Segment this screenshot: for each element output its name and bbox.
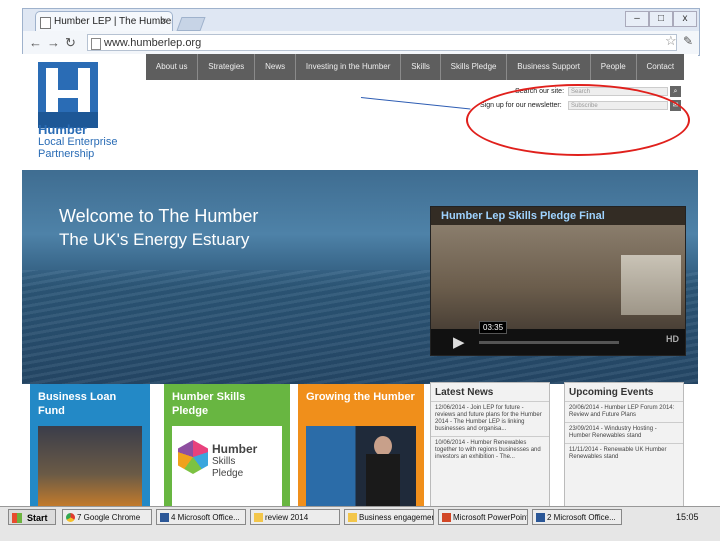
logo-name: Humber [38, 122, 88, 137]
event-item[interactable]: 11/11/2014 - Renewable UK Humber Renewab… [565, 443, 683, 464]
taskbar-button-label: 7 Google Chrome [77, 513, 141, 522]
video-duration: 03:35 [479, 321, 508, 334]
forward-arrow-icon[interactable]: → [47, 35, 60, 51]
card-humber-skills-pledge[interactable]: Humber Skills Pledge Humber Skills Pledg… [164, 384, 290, 506]
taskbar-button-label: Business engagement [359, 513, 434, 522]
taskbar-button-label: 2 Microsoft Office... [547, 513, 616, 522]
events-heading: Upcoming Events [569, 387, 654, 398]
pledge-logo-word-1: Humber [212, 442, 258, 456]
humber-logo-icon[interactable] [38, 62, 98, 128]
nav-item-skills[interactable]: Skills [401, 54, 441, 80]
nav-item-people[interactable]: People [591, 54, 637, 80]
taskbar-folder-business[interactable]: Business engagement [344, 509, 434, 525]
taskbar-chrome[interactable]: 7 Google Chrome [62, 509, 152, 525]
new-tab-button[interactable] [176, 17, 206, 31]
windows-taskbar: Start 7 Google Chrome 4 Microsoft Office… [0, 506, 720, 541]
close-tab-icon[interactable]: × [161, 12, 167, 31]
office-icon [160, 513, 169, 522]
taskbar-button-label: Microsoft PowerPoint... [453, 513, 528, 522]
nav-item-news[interactable]: News [255, 54, 297, 80]
skills-pledge-logo: Humber Skills Pledge [172, 426, 282, 506]
speaker-photo [306, 426, 416, 506]
pledge-logo-word-2: Skills [212, 456, 236, 467]
news-heading: Latest News [435, 387, 494, 398]
nav-item-strategies[interactable]: Strategies [198, 54, 256, 80]
close-window-button[interactable]: x [673, 11, 697, 27]
hero-title: Welcome to The Humber [59, 206, 259, 226]
wrench-menu-icon[interactable]: ✎ [683, 34, 693, 48]
bookmark-star-icon[interactable]: ☆ [665, 33, 677, 49]
logo-subtitle: Local Enterprise Partnership [38, 136, 118, 160]
nav-item-investing[interactable]: Investing in the Humber [296, 54, 402, 80]
taskbar-button-label: review 2014 [265, 513, 309, 522]
industrial-photo [38, 426, 142, 506]
taskbar-folder-review[interactable]: review 2014 [250, 509, 340, 525]
card-business-loan-fund[interactable]: Business Loan Fund [30, 384, 150, 506]
video-frame [431, 225, 685, 329]
browser-toolbar: ← → ↻ www.humberlep.org ☆ ✎ [23, 31, 699, 55]
latest-news-panel: Latest News 12/06/2014 - Join LEP for fu… [430, 382, 550, 506]
nav-item-skills-pledge[interactable]: Skills Pledge [441, 54, 508, 80]
powerpoint-icon [442, 513, 451, 522]
video-progress-bar[interactable] [479, 341, 619, 344]
video-controls: ▶ 03:35 HD [431, 321, 685, 355]
card-title: Business Loan Fund [38, 391, 117, 417]
hero-subtitle: The UK's Energy Estuary [59, 230, 250, 249]
address-bar[interactable]: www.humberlep.org [87, 34, 677, 51]
play-icon[interactable]: ▶ [453, 333, 465, 351]
nav-item-about[interactable]: About us [146, 54, 199, 80]
chrome-icon [66, 513, 75, 522]
page-icon [91, 38, 101, 50]
maximize-button[interactable]: □ [649, 11, 673, 27]
hero-banner: Welcome to The Humber The UK's Energy Es… [22, 170, 698, 384]
office-icon [536, 513, 545, 522]
windows-logo-icon [12, 513, 22, 523]
start-label: Start [27, 513, 48, 523]
browser-tab[interactable]: Humber LEP | The Humber × [35, 11, 173, 31]
hexagon-icon [178, 440, 208, 474]
taskbar-office-1[interactable]: 4 Microsoft Office... [156, 509, 246, 525]
taskbar-button-label: 4 Microsoft Office... [171, 513, 240, 522]
nav-item-contact[interactable]: Contact [637, 54, 684, 80]
search-icon[interactable]: ⌕ [670, 86, 681, 97]
reload-icon[interactable]: ↻ [65, 35, 76, 51]
system-clock[interactable]: 15:05 [676, 509, 699, 525]
nav-item-business-support[interactable]: Business Support [507, 54, 591, 80]
back-arrow-icon[interactable]: ← [29, 35, 42, 51]
annotation-circle [466, 84, 690, 156]
browser-window: Humber LEP | The Humber × – □ x ← → ↻ ww… [22, 8, 700, 56]
start-button[interactable]: Start [8, 509, 56, 525]
event-item[interactable]: 20/06/2014 - Humber LEP Forum 2014: Revi… [565, 401, 683, 422]
card-title: Growing the Humber [306, 391, 415, 403]
minimize-button[interactable]: – [625, 11, 649, 27]
url-text: www.humberlep.org [104, 37, 202, 49]
event-item[interactable]: 23/09/2014 - Windustry Hosting - Humber … [565, 422, 683, 443]
pledge-logo-word-3: Pledge [212, 468, 244, 479]
video-player[interactable]: Humber Lep Skills Pledge Final ▶ 03:35 H… [430, 206, 686, 356]
news-item[interactable]: 12/06/2014 - Join LEP for future - revie… [431, 401, 549, 436]
taskbar-powerpoint[interactable]: Microsoft PowerPoint... [438, 509, 528, 525]
news-item[interactable]: 10/06/2014 - Humber Renewables together … [431, 436, 549, 464]
upcoming-events-panel: Upcoming Events 20/06/2014 - Humber LEP … [564, 382, 684, 506]
taskbar-office-2[interactable]: 2 Microsoft Office... [532, 509, 622, 525]
page-favicon-icon [40, 17, 51, 29]
folder-icon [254, 513, 263, 522]
hd-toggle[interactable]: HD [666, 334, 679, 344]
card-title: Humber Skills Pledge [172, 391, 246, 417]
main-nav: About us Strategies News Investing in th… [146, 54, 684, 80]
folder-icon [348, 513, 357, 522]
card-growing-the-humber[interactable]: Growing the Humber [298, 384, 424, 506]
tab-title: Humber LEP | The Humber [54, 16, 173, 27]
video-title[interactable]: Humber Lep Skills Pledge Final [431, 207, 685, 225]
